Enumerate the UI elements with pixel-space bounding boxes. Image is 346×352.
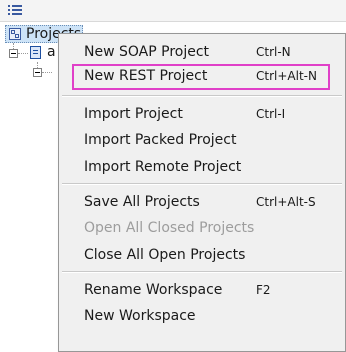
collapse-toggle-icon[interactable]: [9, 49, 18, 58]
project-icon: [30, 46, 41, 59]
menu-item-label: New Workspace: [84, 308, 196, 324]
menu-item-import-remote-project[interactable]: Import Remote Project: [59, 155, 345, 181]
menu-item-import-project[interactable]: Import Project Ctrl-I: [59, 102, 345, 128]
projects-icon: [9, 28, 21, 40]
menu-item-shortcut: Ctrl+Alt-S: [256, 195, 316, 209]
menu-item-import-packed-project[interactable]: Import Packed Project: [59, 128, 345, 154]
context-menu: New SOAP Project Ctrl-N New REST Project…: [58, 33, 346, 352]
menu-separator: [62, 271, 342, 273]
menu-item-label: Rename Workspace: [84, 282, 223, 298]
menu-separator: [62, 95, 342, 97]
menu-item-save-all-projects[interactable]: Save All Projects Ctrl+Alt-S: [59, 190, 345, 216]
tree-node-label[interactable]: a: [47, 44, 56, 60]
menu-item-close-all-open-projects[interactable]: Close All Open Projects: [59, 243, 345, 269]
menu-item-label: Open All Closed Projects: [84, 220, 255, 236]
menu-item-rename-workspace[interactable]: Rename Workspace F2: [59, 278, 345, 304]
menu-item-shortcut: F2: [256, 283, 271, 297]
menu-item-label: Import Project: [84, 106, 183, 122]
menu-item-new-soap-project[interactable]: New SOAP Project Ctrl-N: [59, 40, 345, 66]
tree-connector: [18, 53, 28, 54]
list-view-icon[interactable]: [8, 3, 22, 17]
toolbar: [0, 0, 346, 22]
menu-item-label: Close All Open Projects: [84, 247, 246, 263]
menu-item-label: New REST Project: [84, 68, 208, 84]
tree-connector: [42, 72, 52, 73]
menu-separator: [62, 183, 342, 185]
menu-item-label: New SOAP Project: [84, 44, 210, 60]
menu-item-shortcut: Ctrl+Alt-N: [256, 69, 317, 83]
menu-item-label: Import Remote Project: [84, 159, 242, 175]
menu-item-label: Import Packed Project: [84, 132, 237, 148]
menu-item-new-workspace[interactable]: New Workspace: [59, 304, 345, 330]
menu-item-new-rest-project[interactable]: New REST Project Ctrl+Alt-N: [72, 64, 330, 90]
menu-item-label: Save All Projects: [84, 194, 200, 210]
menu-item-shortcut: Ctrl-N: [256, 45, 291, 59]
menu-item-open-all-closed-projects: Open All Closed Projects: [59, 216, 345, 242]
menu-item-shortcut: Ctrl-I: [256, 107, 286, 121]
collapse-toggle-icon[interactable]: [33, 68, 42, 77]
